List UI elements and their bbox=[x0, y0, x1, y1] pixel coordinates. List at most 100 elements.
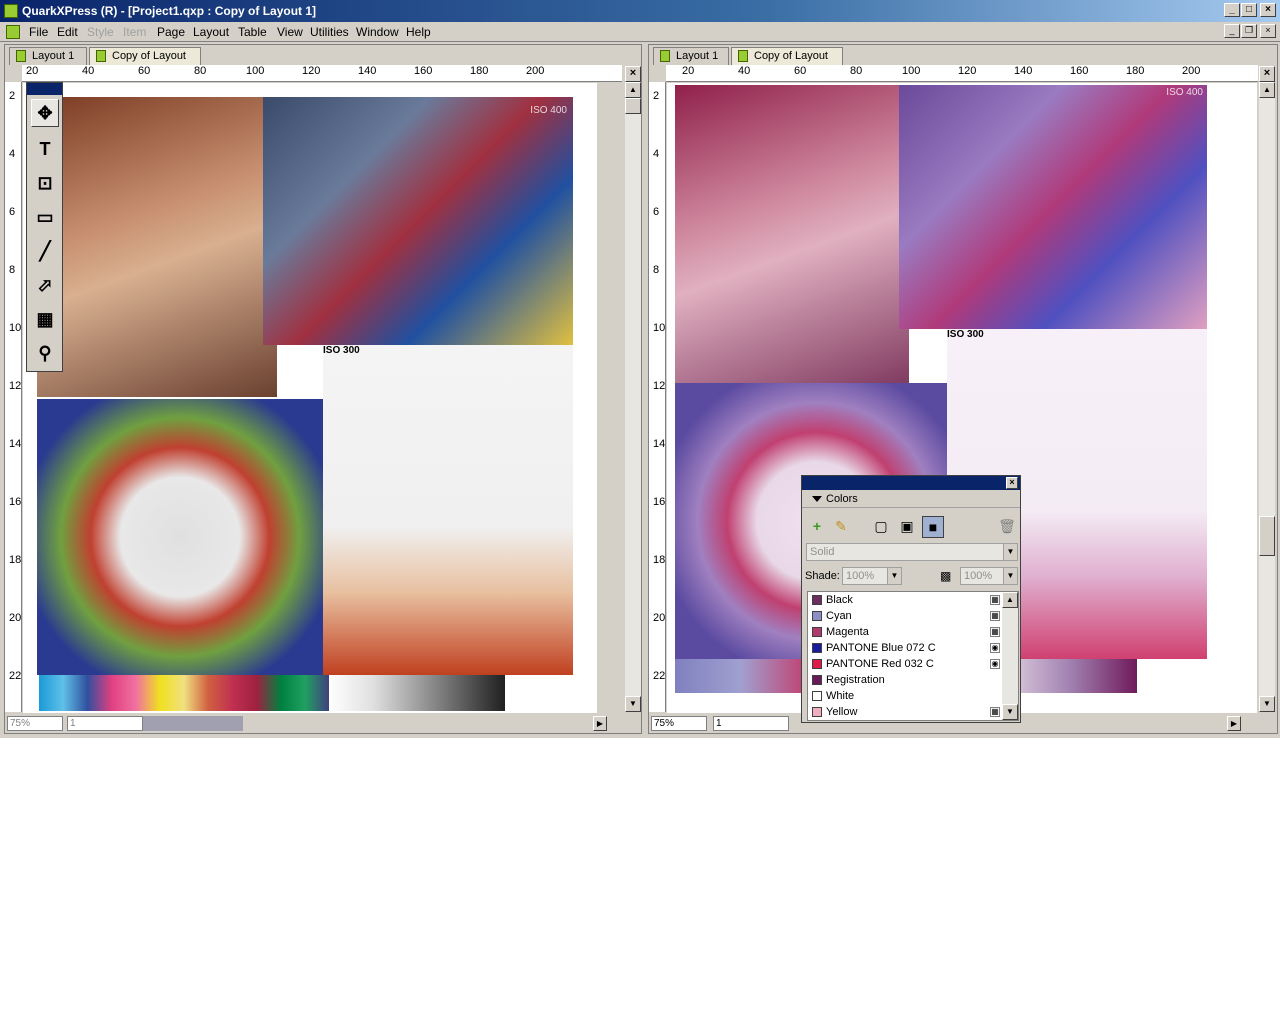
table-tool-icon[interactable]: ▦ bbox=[31, 305, 59, 333]
scroll-up-arrow[interactable]: ▲ bbox=[1002, 592, 1018, 608]
color-swatch bbox=[812, 707, 822, 717]
picture-content-tool-icon[interactable]: ⊡ bbox=[31, 169, 59, 197]
musicians-image[interactable]: ISO 400 bbox=[899, 85, 1207, 329]
menu-bar: File Edit Style Item Page Layout Table V… bbox=[0, 22, 1280, 42]
color-swatch bbox=[812, 675, 822, 685]
doc-restore-button[interactable]: ❐ bbox=[1241, 24, 1257, 38]
opacity-field[interactable]: 100% ▼ bbox=[960, 567, 1018, 585]
tab-copy-of-layout-1[interactable]: Copy of Layout 1 bbox=[89, 47, 201, 78]
content-color-icon[interactable]: ▣ bbox=[896, 516, 918, 538]
process-color-icon: ▦ bbox=[990, 595, 1000, 605]
new-color-icon[interactable]: + bbox=[806, 516, 828, 538]
scroll-up-arrow[interactable]: ▲ bbox=[625, 82, 641, 98]
document-icon[interactable] bbox=[6, 25, 20, 39]
color-item-magenta[interactable]: Magenta ▦ bbox=[810, 624, 1002, 640]
color-list-scrollbar[interactable]: ▲ ▼ bbox=[1002, 592, 1018, 720]
scroll-thumb[interactable] bbox=[1259, 516, 1275, 556]
color-item-yellow[interactable]: Yellow ▦ bbox=[810, 704, 1002, 720]
menu-help[interactable]: Help bbox=[406, 25, 431, 39]
color-list[interactable]: Black ▦ Cyan ▦ Magenta ▦ PANTONE Blue 072 C… bbox=[807, 591, 1019, 721]
doc-close-button[interactable]: × bbox=[1260, 24, 1276, 38]
menu-utilities[interactable]: Utilities bbox=[310, 25, 349, 39]
bicycle-still-life-image[interactable]: ISO 300 bbox=[323, 345, 573, 675]
zoom-field[interactable]: 75% bbox=[651, 716, 707, 731]
text-content-tool-icon[interactable]: T bbox=[31, 135, 59, 163]
close-button[interactable]: × bbox=[1260, 3, 1276, 17]
minimize-button[interactable]: _ bbox=[1224, 3, 1240, 17]
palette-close-button[interactable]: × bbox=[1006, 477, 1018, 489]
edit-color-icon[interactable]: ✎ bbox=[830, 516, 852, 538]
shade-label: Shade: bbox=[805, 570, 840, 582]
color-item-black[interactable]: Black ▦ bbox=[810, 592, 1002, 608]
tab-copy-of-layout-1[interactable]: Copy of Layout 1 bbox=[731, 47, 843, 78]
frame-color-icon[interactable]: ▢ bbox=[870, 516, 892, 538]
title-bar: QuarkXPress (R) - [Project1.qxp : Copy o… bbox=[0, 0, 1280, 22]
doc-minimize-button[interactable]: _ bbox=[1224, 24, 1240, 38]
color-style-dropdown[interactable]: Solid ▼ bbox=[806, 543, 1018, 561]
menu-window[interactable]: Window bbox=[356, 25, 399, 39]
menu-page[interactable]: Page bbox=[157, 25, 185, 39]
scroll-down-arrow[interactable]: ▼ bbox=[625, 696, 641, 712]
vertical-ruler[interactable]: 2 4 6 8 10 12 14 16 18 20 22 bbox=[5, 82, 22, 712]
color-swatch bbox=[812, 627, 822, 637]
process-color-icon: ▦ bbox=[990, 611, 1000, 621]
window-title: QuarkXPress (R) - [Project1.qxp : Copy o… bbox=[22, 4, 317, 18]
scroll-right-arrow[interactable]: ▶ bbox=[593, 716, 607, 731]
line-tool-icon[interactable]: ╱ bbox=[31, 237, 59, 265]
close-pane-button[interactable]: × bbox=[625, 66, 641, 82]
color-item-pantone-red[interactable]: PANTONE Red 032 C ◉ bbox=[810, 656, 1002, 672]
palette-title-bar[interactable] bbox=[27, 83, 62, 95]
vertical-scrollbar[interactable]: ▲ ▼ bbox=[625, 82, 641, 712]
horizontal-ruler[interactable]: 20 40 60 80 100 120 140 160 180 200 bbox=[22, 65, 622, 82]
vertical-ruler[interactable]: 2 4 6 8 10 12 14 16 18 20 22 bbox=[649, 82, 666, 712]
background-color-icon[interactable]: ■ bbox=[922, 516, 944, 538]
delete-color-icon[interactable]: 🗑 bbox=[996, 516, 1018, 538]
shade-field[interactable]: 100% ▼ bbox=[842, 567, 902, 585]
scroll-thumb[interactable] bbox=[625, 98, 641, 114]
process-color-icon: ▦ bbox=[990, 707, 1000, 717]
scroll-up-arrow[interactable]: ▲ bbox=[1259, 82, 1275, 98]
menu-file[interactable]: File bbox=[29, 25, 48, 39]
spot-color-icon: ◉ bbox=[990, 659, 1000, 669]
color-swatch bbox=[812, 643, 822, 653]
opacity-icon: ▩ bbox=[940, 569, 952, 583]
portrait-image[interactable] bbox=[37, 97, 277, 397]
menu-layout[interactable]: Layout bbox=[193, 25, 229, 39]
page-navigation-buttons[interactable] bbox=[143, 716, 243, 731]
color-bar-strip bbox=[39, 675, 329, 711]
page-number-field[interactable]: 1 bbox=[713, 716, 789, 731]
scroll-right-arrow[interactable]: ▶ bbox=[1227, 716, 1241, 731]
scroll-down-arrow[interactable]: ▼ bbox=[1259, 696, 1275, 712]
layout-page[interactable]: ISO 400 ISO 300 bbox=[23, 83, 597, 713]
box-tool-icon[interactable]: ▭ bbox=[31, 203, 59, 231]
fruit-bowl-image[interactable] bbox=[37, 399, 323, 675]
menu-style[interactable]: Style bbox=[87, 25, 114, 39]
app-window: QuarkXPress (R) - [Project1.qxp : Copy o… bbox=[0, 0, 1280, 738]
page-number-field[interactable]: 1 bbox=[67, 716, 143, 731]
layout-icon bbox=[738, 50, 748, 62]
menu-table[interactable]: Table bbox=[238, 25, 267, 39]
menu-item[interactable]: Item bbox=[123, 25, 146, 39]
palette-title-bar[interactable]: × bbox=[802, 476, 1020, 490]
zoom-field[interactable]: 75% bbox=[7, 716, 63, 731]
close-pane-button[interactable]: × bbox=[1259, 66, 1275, 82]
vertical-scrollbar[interactable]: ▲ ▼ bbox=[1259, 82, 1275, 712]
musicians-image[interactable]: ISO 400 bbox=[263, 97, 573, 345]
horizontal-ruler[interactable]: 20 40 60 80 100 120 140 160 180 200 bbox=[666, 65, 1258, 82]
portrait-image[interactable] bbox=[675, 85, 909, 385]
menu-edit[interactable]: Edit bbox=[57, 25, 78, 39]
bezier-pen-tool-icon[interactable]: ⬀ bbox=[31, 271, 59, 299]
color-item-pantone-blue[interactable]: PANTONE Blue 072 C ◉ bbox=[810, 640, 1002, 656]
color-item-registration[interactable]: Registration bbox=[810, 672, 1002, 688]
maximize-button[interactable]: □ bbox=[1241, 3, 1257, 17]
chevron-down-icon: ▼ bbox=[1003, 544, 1017, 560]
item-tool-icon[interactable]: ✥ bbox=[31, 99, 59, 127]
color-item-cyan[interactable]: Cyan ▦ bbox=[810, 608, 1002, 624]
scroll-down-arrow[interactable]: ▼ bbox=[1002, 704, 1018, 720]
palette-title[interactable]: Colors bbox=[802, 490, 1020, 508]
tab-layout-1[interactable]: Layout 1 bbox=[653, 47, 729, 65]
menu-view[interactable]: View bbox=[277, 25, 303, 39]
color-item-white[interactable]: White bbox=[810, 688, 1002, 704]
tab-layout-1[interactable]: Layout 1 bbox=[9, 47, 87, 65]
zoom-tool-icon[interactable]: ⚲ bbox=[31, 339, 59, 367]
